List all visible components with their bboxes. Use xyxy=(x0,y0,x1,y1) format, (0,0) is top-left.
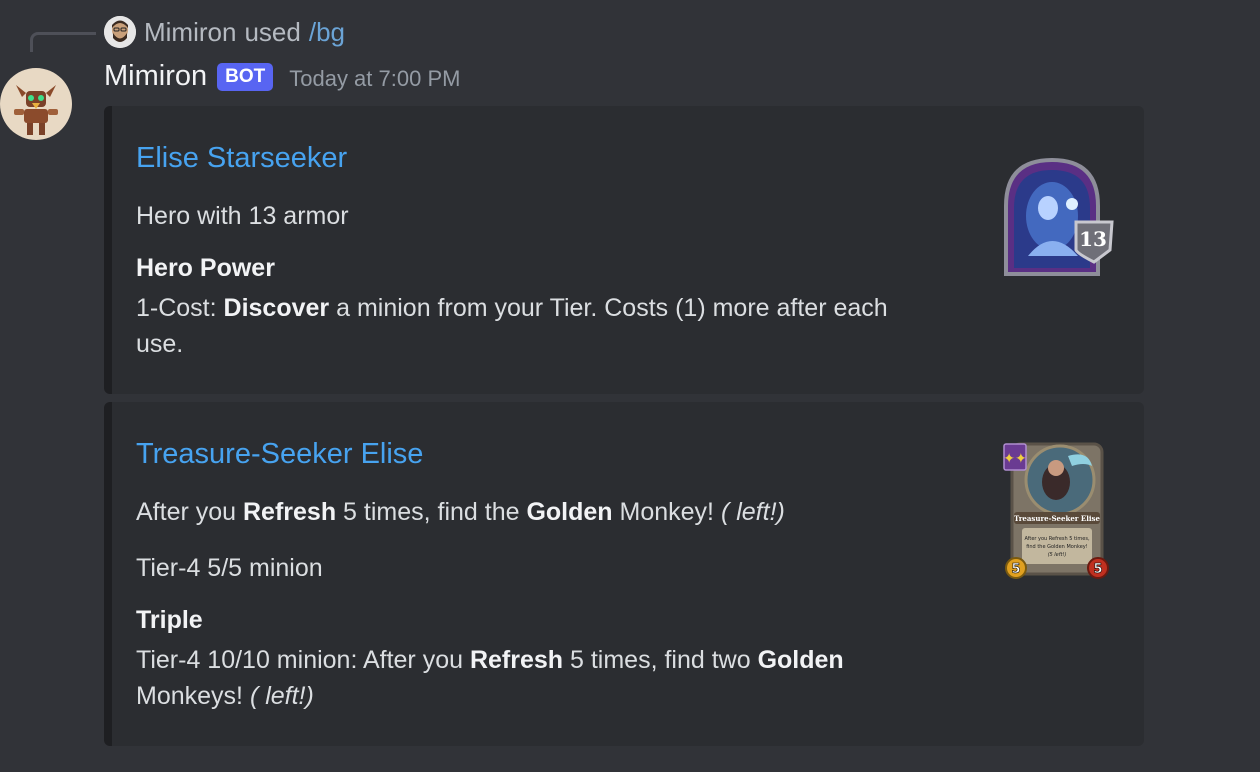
minion-card-thumbnail[interactable]: ✦✦ Treasure-Seeker Elise After you Refre… xyxy=(1002,436,1112,582)
card-attack: 5 xyxy=(1011,562,1020,577)
bot-avatar[interactable] xyxy=(0,63,72,143)
svg-text:find the Golden Monkey!: find the Golden Monkey! xyxy=(1026,544,1088,550)
desc-bold-text: Refresh xyxy=(243,498,337,526)
field-text: 5 times, find two xyxy=(563,646,758,674)
desc-text: After you xyxy=(136,498,243,526)
hero-portrait-thumbnail[interactable]: 13 xyxy=(998,156,1118,280)
author-name[interactable]: Mimiron xyxy=(104,60,207,93)
field-text: Monkeys! xyxy=(136,682,250,710)
field-text: Tier-4 10/10 minion: After you xyxy=(136,646,470,674)
field-italic-text: ( left!) xyxy=(249,682,314,710)
reply-username[interactable]: Mimiron xyxy=(144,17,236,48)
embed-description: After you Refresh 5 times, find the Gold… xyxy=(136,494,996,530)
card-name: Treasure-Seeker Elise xyxy=(1014,514,1100,523)
field-bold-text: Refresh xyxy=(469,646,564,674)
message-header: Mimiron BOT Today at 7:00 PM xyxy=(104,60,460,93)
svg-text:After you Refresh 5 times,: After you Refresh 5 times, xyxy=(1024,536,1090,542)
field-name: Triple xyxy=(136,606,203,634)
message-timestamp[interactable]: Today at 7:00 PM xyxy=(289,66,460,92)
reply-reference[interactable]: Mimiron used /bg xyxy=(104,16,345,48)
desc-text: Monkey! xyxy=(612,498,721,526)
armor-value: 13 xyxy=(1079,227,1107,251)
field-bold-text: Golden xyxy=(757,646,844,674)
field-value: 1-Cost: Discover a minion from your Tier… xyxy=(136,290,936,362)
svg-text:(5 left!): (5 left!) xyxy=(1048,552,1067,558)
field-text: 1-Cost: xyxy=(136,294,224,322)
card-health: 5 xyxy=(1093,562,1102,577)
embed-hero: Elise Starseeker Hero with 13 armor Hero… xyxy=(104,106,1144,394)
field-name: Hero Power xyxy=(136,254,275,282)
minion-stats: Tier-4 5/5 minion xyxy=(136,554,323,582)
desc-bold-text: Golden xyxy=(526,498,613,526)
desc-text: 5 times, find the xyxy=(336,498,527,526)
field-value: Tier-4 10/10 minion: After you Refresh 5… xyxy=(136,642,936,714)
embed-title[interactable]: Elise Starseeker xyxy=(136,142,347,175)
embed-description: Hero with 13 armor xyxy=(136,202,349,230)
desc-italic-text: ( left!) xyxy=(720,498,785,526)
field-bold-text: Discover xyxy=(223,294,330,322)
reply-command[interactable]: /bg xyxy=(309,17,345,48)
reply-avatar[interactable] xyxy=(104,16,136,48)
embed-title[interactable]: Treasure-Seeker Elise xyxy=(136,438,423,471)
reply-connector xyxy=(30,32,96,52)
embed-minion: Treasure-Seeker Elise After you Refresh … xyxy=(104,402,1144,746)
svg-text:✦✦: ✦✦ xyxy=(1003,451,1027,467)
reply-used-text: used xyxy=(244,16,301,47)
bot-tag: BOT xyxy=(217,62,274,91)
